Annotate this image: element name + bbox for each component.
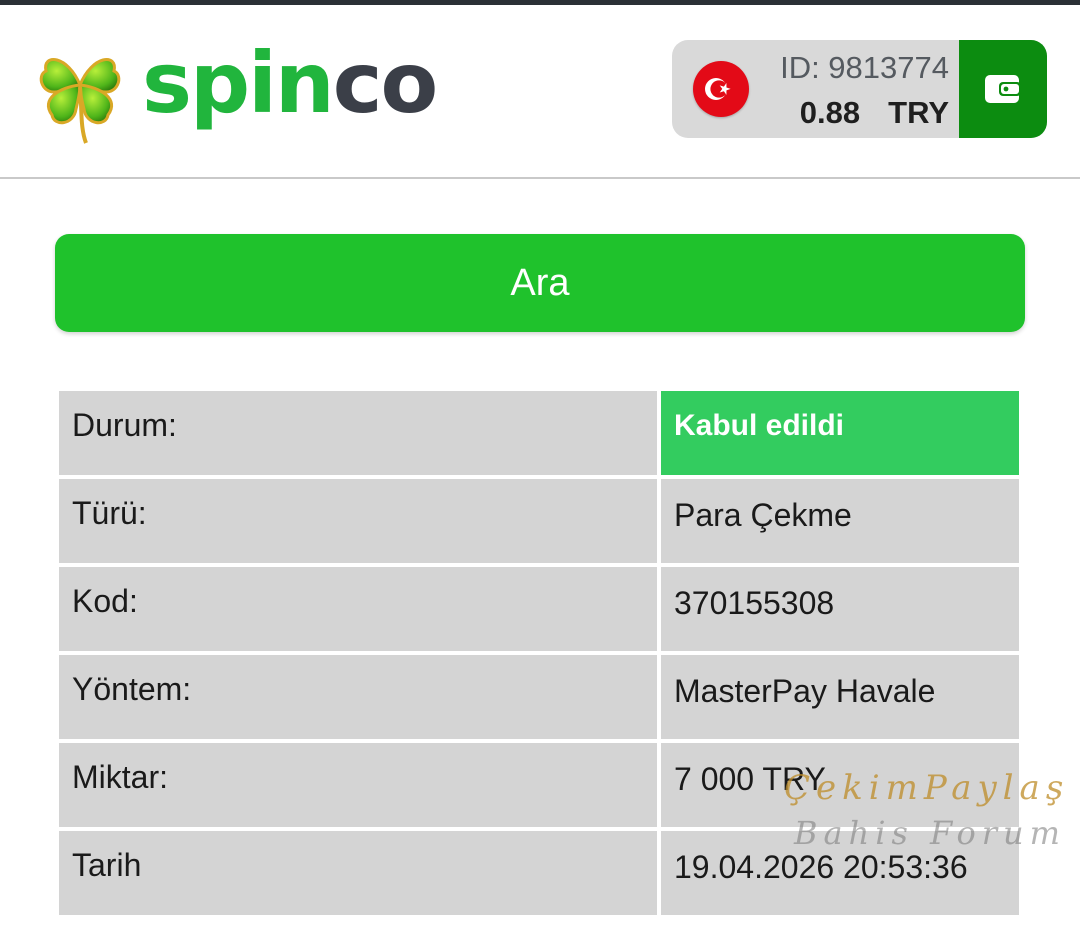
transaction-details-table: Durum: Kabul edildi Türü: Para Çekme Kod… [59,391,1021,919]
amount-value: 7 000 TRY [661,743,1019,827]
wallet-icon [985,75,1021,103]
method-value: MasterPay Havale [661,655,1019,739]
code-value: 370155308 [661,567,1019,651]
account-id: ID: 9813774 [780,50,949,85]
type-label: Türü: [59,479,657,563]
table-row: Yöntem: MasterPay Havale [59,655,1021,739]
method-label: Yöntem: [59,655,657,739]
table-row: Durum: Kabul edildi [59,391,1021,475]
brand-wordmark: spinco [142,34,439,132]
balance-amount: 0.88 [799,95,861,130]
code-label: Kod: [59,567,657,651]
account-summary[interactable]: ID: 9813774 0.88 TRY [672,40,1047,138]
status-label: Durum: [59,391,657,475]
table-row: Türü: Para Çekme [59,479,1021,563]
amount-label: Miktar: [59,743,657,827]
table-row: Kod: 370155308 [59,567,1021,651]
spinco-logo[interactable]: spinco [30,35,460,153]
wallet-button[interactable] [959,40,1047,138]
type-value: Para Çekme [661,479,1019,563]
search-button[interactable]: Ara [55,234,1025,332]
date-label: Tarih [59,831,657,915]
balance-currency: TRY [888,95,949,130]
account-balance: 0.88 TRY [800,95,949,131]
table-row: Miktar: 7 000 TRY [59,743,1021,827]
brand-name-part1: spin [142,34,335,132]
table-row: Tarih 19.04.2026 20:53:36 [59,831,1021,915]
status-badge: Kabul edildi [661,391,1019,475]
turkey-flag-icon [693,61,749,117]
date-value: 19.04.2026 20:53:36 [661,831,1019,915]
brand-name-part2: co [332,34,439,132]
app-header: spinco ID: 9813774 0.88 TRY [0,5,1080,179]
clover-logo-icon [39,58,121,144]
